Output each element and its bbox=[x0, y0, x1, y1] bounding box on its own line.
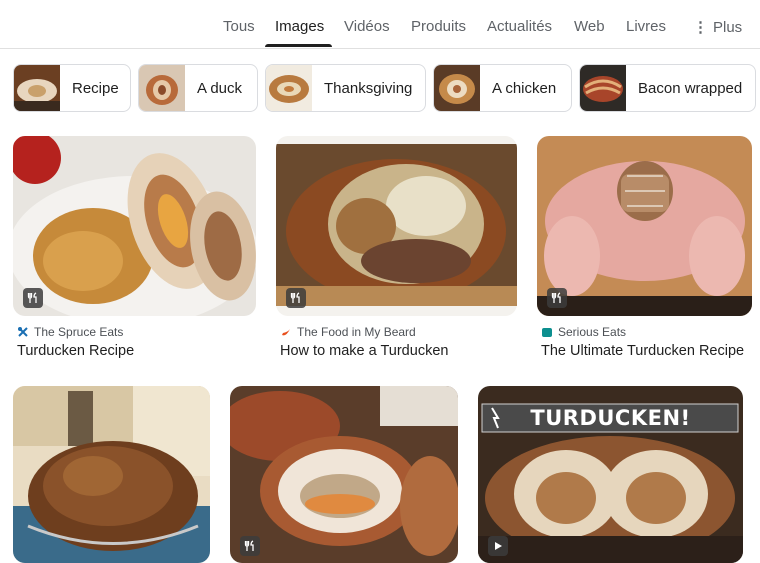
active-tab-indicator bbox=[265, 44, 332, 47]
tab-produits[interactable]: Produits bbox=[411, 18, 466, 35]
turducken-photo bbox=[13, 386, 210, 563]
source-name: Serious Eats bbox=[558, 325, 627, 339]
spruce-eats-favicon-icon bbox=[18, 327, 28, 337]
result-title-2[interactable]: How to make a Turducken bbox=[280, 343, 448, 359]
chip-label: Thanksgiving bbox=[324, 79, 413, 97]
result-image-4[interactable] bbox=[13, 386, 210, 563]
tab-web[interactable]: Web bbox=[574, 18, 605, 35]
play-icon bbox=[488, 536, 508, 556]
tab-livres[interactable]: Livres bbox=[626, 18, 666, 35]
chip-label: A duck bbox=[197, 79, 243, 97]
chip-label: Recipe bbox=[72, 79, 119, 97]
result-title-3[interactable]: The Ultimate Turducken Recipe bbox=[541, 343, 744, 359]
chip-a-duck[interactable]: A duck bbox=[138, 64, 258, 112]
recipe-icon bbox=[286, 288, 306, 308]
tab-actualites[interactable]: Actualités bbox=[487, 18, 552, 35]
tab-videos[interactable]: Vidéos bbox=[344, 18, 390, 35]
chip-recipe[interactable]: Recipe bbox=[13, 64, 131, 112]
turducken-photo bbox=[13, 136, 256, 316]
chip-thanksgiving[interactable]: Thanksgiving bbox=[265, 64, 426, 112]
recipe-icon bbox=[240, 536, 260, 556]
video-overlay-title: TURDUCKEN! bbox=[530, 406, 691, 430]
result-source-3[interactable]: Serious Eats bbox=[541, 325, 626, 339]
tab-images[interactable]: Images bbox=[275, 18, 324, 35]
serious-eats-favicon-icon bbox=[542, 328, 552, 337]
result-source-1[interactable]: The Spruce Eats bbox=[17, 325, 123, 339]
tab-plus[interactable]: ⋮ Plus bbox=[693, 18, 742, 36]
recipe-icon bbox=[23, 288, 43, 308]
turducken-photo bbox=[230, 386, 458, 563]
search-tabs: Tous Images Vidéos Produits Actualités W… bbox=[0, 0, 760, 49]
chip-bacon-wrapped[interactable]: Bacon wrapped bbox=[579, 64, 756, 112]
result-image-3[interactable] bbox=[537, 136, 752, 316]
source-name: The Spruce Eats bbox=[34, 325, 124, 339]
chip-thumbnail bbox=[580, 65, 626, 111]
chip-label: Bacon wrapped bbox=[638, 79, 743, 97]
chip-thumbnail bbox=[139, 65, 185, 111]
chip-a-chicken[interactable]: A chicken bbox=[433, 64, 572, 112]
tab-tous[interactable]: Tous bbox=[223, 18, 255, 35]
turducken-photo bbox=[537, 136, 752, 316]
chip-thumbnail bbox=[14, 65, 60, 111]
chip-thumbnail bbox=[434, 65, 480, 111]
tab-plus-label: Plus bbox=[713, 19, 743, 36]
result-image-6[interactable]: TURDUCKEN! bbox=[478, 386, 743, 563]
recipe-icon bbox=[547, 288, 567, 308]
source-name: The Food in My Beard bbox=[297, 325, 416, 339]
result-image-5[interactable] bbox=[230, 386, 458, 563]
pepper-favicon-icon bbox=[282, 329, 290, 336]
result-image-2[interactable] bbox=[276, 136, 517, 316]
chip-label: A chicken bbox=[492, 79, 557, 97]
result-source-2[interactable]: The Food in My Beard bbox=[280, 325, 416, 339]
result-image-1[interactable] bbox=[13, 136, 256, 316]
turducken-photo bbox=[276, 136, 517, 316]
result-title-1[interactable]: Turducken Recipe bbox=[17, 343, 134, 359]
chip-thumbnail bbox=[266, 65, 312, 111]
more-vert-icon: ⋮ bbox=[693, 19, 708, 36]
